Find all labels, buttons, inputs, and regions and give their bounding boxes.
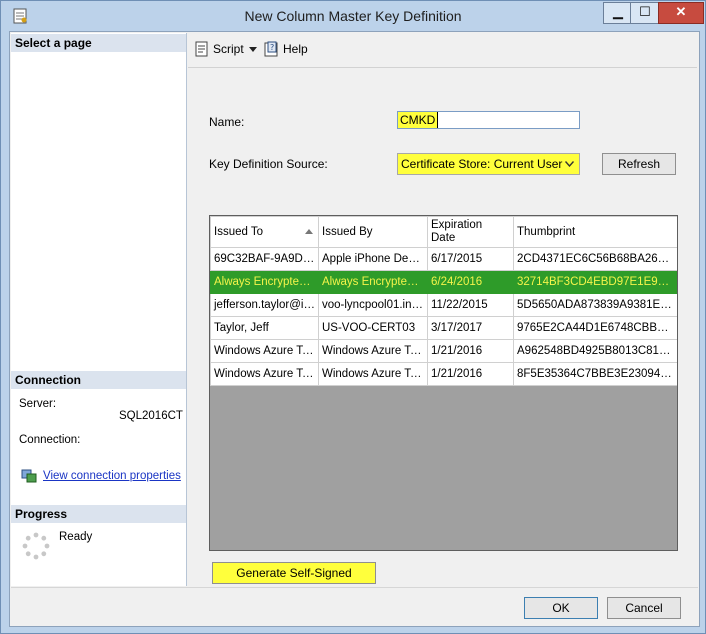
dialog-client: Select a page Connection Server: SQL2016… [9, 31, 700, 627]
chevron-down-icon [565, 161, 574, 167]
dialog-button-bar: OK Cancel [11, 587, 698, 626]
thumbprint-cell: 2CD4371EC6C56B68BA26FA... [513, 247, 677, 271]
toolbar: Script ? Help [188, 33, 697, 68]
thumbprint-cell: 5D5650ADA873839A9381EE... [513, 293, 677, 317]
column-header-issued-to[interactable]: Issued To [210, 216, 319, 248]
expiration-date-cell: 6/24/2016 [427, 270, 514, 294]
thumbprint-cell: 32714BF3CD4EBD97E1E952... [513, 270, 677, 294]
sort-ascending-icon [305, 229, 313, 234]
connection-header: Connection [11, 371, 186, 389]
column-header-expiration-date[interactable]: Expiration Date [427, 216, 514, 248]
general-page-content: Name: CMKD Key Definition Source: Certif… [188, 68, 697, 600]
close-button[interactable]: ✕ [658, 2, 704, 24]
server-label: Server: [19, 398, 57, 410]
thumbprint-cell: A962548BD4925B8013C819D... [513, 339, 677, 363]
minimize-button[interactable]: ▁ [603, 2, 633, 24]
grid-header-row: Issued To Issued By Expiration Date Thum… [210, 216, 677, 248]
name-input-value: CMKD [398, 112, 439, 128]
help-button[interactable]: Help [283, 42, 308, 56]
left-pane: Select a page Connection Server: SQL2016… [11, 33, 187, 586]
connection-label: Connection: [19, 434, 81, 446]
expiration-date-cell: 1/21/2016 [427, 362, 514, 386]
issued-by-cell: Always Encrypted ... [318, 270, 428, 294]
window-title: New Column Master Key Definition [244, 8, 462, 24]
progress-spinner-icon [22, 532, 50, 560]
certificate-row[interactable]: jefferson.taylor@im... voo-lyncpool01.in… [210, 293, 677, 317]
thumbprint-cell: 9765E2CA44D1E6748CBB2A... [513, 316, 677, 340]
generate-self-signed-certificate-button[interactable]: Generate Self-Signed Certificate [212, 562, 376, 600]
key-definition-source-value: Certificate Store: Current User [401, 157, 563, 171]
certificate-grid: Issued To Issued By Expiration Date Thum… [209, 215, 678, 551]
maximize-button[interactable]: ☐ [630, 2, 660, 24]
expiration-date-cell: 6/17/2015 [427, 247, 514, 271]
select-page-header: Select a page [11, 34, 186, 52]
column-header-issued-by[interactable]: Issued By [318, 216, 428, 248]
server-value: SQL2016CT [119, 410, 183, 422]
connection-properties-icon [21, 469, 37, 483]
issued-to-cell: jefferson.taylor@im... [210, 293, 319, 317]
progress-header: Progress [11, 505, 186, 523]
dialog-window: New Column Master Key Definition ▁ ☐ ✕ S… [0, 0, 706, 634]
progress-status: Ready [59, 531, 93, 543]
issued-by-cell: voo-lyncpool01.inte... [318, 293, 428, 317]
cancel-button[interactable]: Cancel [607, 597, 681, 619]
refresh-button[interactable]: Refresh [602, 153, 676, 175]
issued-by-cell: Windows Azure To... [318, 362, 428, 386]
certificate-row[interactable]: Windows Azure To... Windows Azure To... … [210, 362, 677, 386]
help-icon: ? [264, 41, 278, 57]
certificate-row[interactable]: Taylor, Jeff US-VOO-CERT03 3/17/2017 976… [210, 316, 677, 340]
issued-to-cell: 69C32BAF-9A9D-4... [210, 247, 319, 271]
script-icon [195, 41, 208, 57]
issued-by-cell: US-VOO-CERT03 [318, 316, 428, 340]
name-label: Name: [209, 115, 245, 129]
column-header-thumbprint[interactable]: Thumbprint [513, 216, 677, 248]
issued-to-cell: Taylor, Jeff [210, 316, 319, 340]
view-connection-properties-link[interactable]: View connection properties [43, 470, 181, 482]
svg-text:?: ? [270, 43, 274, 52]
expiration-date-cell: 1/21/2016 [427, 339, 514, 363]
expiration-date-cell: 3/17/2017 [427, 316, 514, 340]
thumbprint-cell: 8F5E35364C7BBE3E23094C0... [513, 362, 677, 386]
certificate-row[interactable]: 69C32BAF-9A9D-4... Apple iPhone Devi... … [210, 247, 677, 271]
issued-to-cell: Always Encrypted ... [210, 270, 319, 294]
certificate-row-selected[interactable]: Always Encrypted ... Always Encrypted ..… [210, 270, 677, 294]
issued-to-cell: Windows Azure To... [210, 362, 319, 386]
key-definition-source-label: Key Definition Source: [209, 157, 328, 171]
title-bar[interactable]: New Column Master Key Definition ▁ ☐ ✕ [1, 1, 705, 31]
issued-to-cell: Windows Azure To... [210, 339, 319, 363]
ok-button[interactable]: OK [524, 597, 598, 619]
certificate-row[interactable]: Windows Azure To... Windows Azure To... … [210, 339, 677, 363]
expiration-date-cell: 11/22/2015 [427, 293, 514, 317]
script-button[interactable]: Script [213, 42, 244, 56]
key-definition-source-dropdown[interactable]: Certificate Store: Current User [397, 153, 580, 175]
issued-by-cell: Windows Azure To... [318, 339, 428, 363]
name-input[interactable]: CMKD [397, 111, 580, 129]
issued-by-cell: Apple iPhone Devi... [318, 247, 428, 271]
script-dropdown-icon[interactable] [249, 47, 257, 52]
